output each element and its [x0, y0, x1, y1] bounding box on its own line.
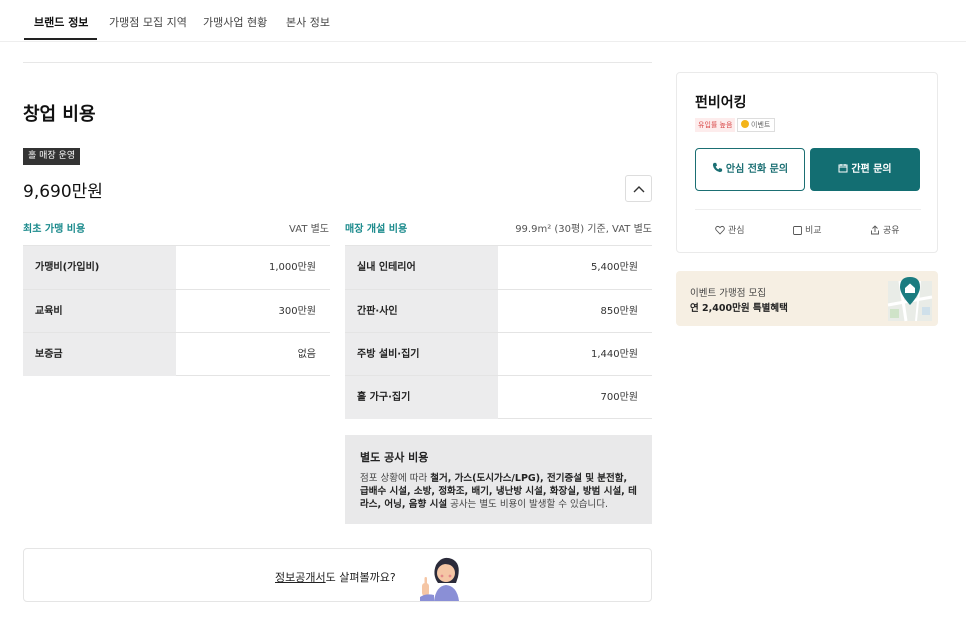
table-row: 교육비 300만원 [23, 289, 330, 333]
quick-inquiry-button[interactable]: 간편 문의 [810, 148, 920, 191]
safe-call-button[interactable]: 안심 전화 문의 [695, 148, 805, 191]
row-label: 홀 가구·집기 [345, 376, 498, 419]
initial-cost-title: 최초 가맹 비용 [23, 224, 86, 235]
row-label: 보증금 [23, 333, 176, 376]
row-value: 1,000만원 [268, 262, 316, 273]
divider [695, 209, 921, 210]
extra-cost-title: 별도 공사 비용 [360, 451, 429, 464]
active-tab-indicator [24, 38, 97, 40]
tab-recruit-region[interactable]: 가맹점 모집 지역 [109, 14, 187, 30]
compare-button[interactable]: 비교 [793, 223, 822, 236]
brand-card: 펀비어킹 유입률 높음 이벤트 안심 전화 문의 간편 문의 관심 비교 공유 [676, 72, 938, 253]
row-value: 700만원 [600, 392, 639, 403]
safe-call-label: 안심 전화 문의 [725, 164, 789, 175]
disclosure-banner[interactable]: 정보공개서도 살펴볼까요? [23, 548, 652, 602]
table-row: 보증금 없음 [23, 332, 330, 376]
popular-badge: 유입률 높음 [695, 118, 736, 132]
extra-cost-prefix: 점포 상황에 따라 [360, 473, 431, 484]
row-label: 실내 인테리어 [345, 246, 498, 289]
disclosure-suffix: 도 살펴볼까요? [325, 571, 396, 584]
share-button[interactable]: 공유 [870, 223, 900, 236]
heart-icon [715, 225, 725, 235]
row-label: 간판·사인 [345, 290, 498, 333]
checkbox-icon [793, 226, 802, 235]
row-value: 850만원 [600, 306, 639, 317]
phone-icon [712, 162, 722, 173]
event-promo-banner[interactable]: 이벤트 가맹점 모집 연 2,400만원 특별혜택 [676, 271, 938, 326]
quick-inquiry-label: 간편 문의 [851, 164, 892, 175]
section-title: 창업 비용 [23, 104, 96, 125]
row-value: 1,440만원 [590, 349, 638, 360]
table-row: 가맹비(가입비) 1,000만원 [23, 245, 330, 289]
extra-cost-suffix: 공사는 별도 비용이 발생할 수 있습니다. [447, 499, 609, 510]
coin-icon [741, 120, 749, 128]
share-icon [871, 225, 879, 235]
row-value: 5,400만원 [590, 262, 638, 273]
promo-line1: 이벤트 가맹점 모집 [690, 288, 766, 299]
table-row: 간판·사인 850만원 [345, 289, 652, 333]
table-row: 주방 설비·집기 1,440만원 [345, 332, 652, 376]
extra-cost-box: 별도 공사 비용 점포 상황에 따라 철거, 가스(도시가스/LPG), 전기증… [345, 435, 652, 524]
promo-line2: 연 2,400만원 특별혜택 [690, 303, 788, 314]
extra-cost-text: 점포 상황에 따라 철거, 가스(도시가스/LPG), 전기증설 및 분전함, … [360, 472, 638, 511]
share-label: 공유 [883, 226, 900, 236]
table-row: 홀 가구·집기 700만원 [345, 375, 652, 419]
total-cost: 9,690만원 [23, 182, 103, 202]
character-illustration [420, 557, 459, 601]
initial-cost-note: VAT 별도 [289, 224, 329, 235]
tab-franchise-status[interactable]: 가맹사업 현황 [203, 14, 267, 30]
like-label: 관심 [728, 226, 745, 236]
disclosure-link[interactable]: 정보공개서 [275, 571, 326, 584]
row-label: 가맹비(가입비) [23, 246, 176, 289]
disclosure-text: 정보공개서도 살펴볼까요? [275, 569, 396, 585]
tab-bar: 브랜드 정보 가맹점 모집 지역 가맹사업 현황 본사 정보 [0, 0, 966, 42]
event-badge-label: 이벤트 [751, 121, 771, 129]
calendar-icon [838, 164, 848, 173]
event-badge: 이벤트 [737, 118, 776, 132]
collapse-button[interactable] [625, 175, 652, 202]
row-value: 없음 [297, 349, 316, 360]
row-value: 300만원 [278, 306, 317, 317]
store-cost-note: 99.9m² (30평) 기준, VAT 별도 [515, 224, 652, 235]
row-label: 교육비 [23, 290, 176, 333]
store-type-badge: 홀 매장 운영 [23, 148, 81, 165]
like-button[interactable]: 관심 [715, 223, 745, 236]
tab-hq-info[interactable]: 본사 정보 [286, 14, 330, 30]
brand-name: 펀비어킹 [695, 95, 747, 111]
map-pin-icon [887, 277, 933, 322]
compare-label: 비교 [805, 226, 822, 236]
table-row: 실내 인테리어 5,400만원 [345, 245, 652, 289]
tab-brand-info[interactable]: 브랜드 정보 [34, 14, 88, 30]
store-cost-title: 매장 개설 비용 [345, 224, 408, 235]
divider [23, 62, 652, 63]
chevron-up-icon [633, 186, 645, 193]
row-label: 주방 설비·집기 [345, 333, 498, 376]
